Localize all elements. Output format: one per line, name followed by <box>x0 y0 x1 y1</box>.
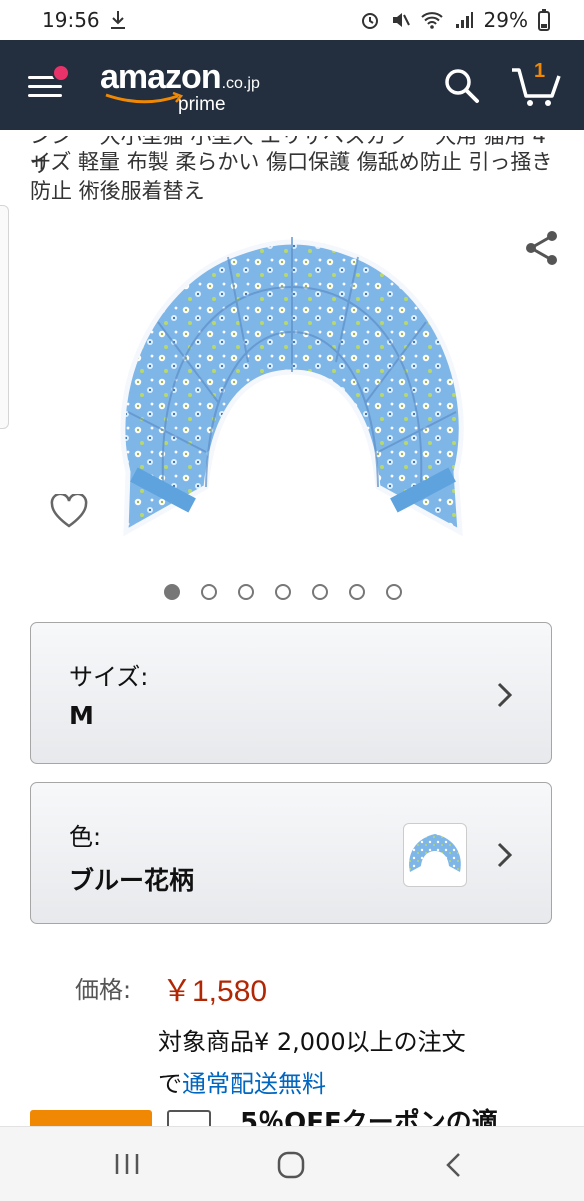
home-icon[interactable] <box>275 1150 307 1180</box>
search-button[interactable] <box>442 66 482 106</box>
collar-image <box>120 237 464 537</box>
size-selector[interactable]: サイズ: M <box>30 622 552 764</box>
chevron-right-icon <box>497 682 513 708</box>
back-icon[interactable] <box>444 1151 464 1179</box>
download-icon <box>110 10 126 30</box>
chevron-right-icon <box>497 842 513 868</box>
pagination-dot[interactable] <box>275 584 291 600</box>
shipping-info-line2: で通常配送無料 <box>158 1064 326 1099</box>
cart-count: 1 <box>534 60 546 82</box>
coupon-badge <box>30 1110 152 1126</box>
color-swatch-thumbnail <box>403 823 467 887</box>
color-label: 色: <box>69 823 102 851</box>
wifi-icon <box>420 10 444 30</box>
shipping-info: 対象商品¥ 2,000以上の注文 <box>158 1028 466 1056</box>
share-button[interactable] <box>522 228 562 268</box>
recent-apps-icon[interactable] <box>112 1153 142 1175</box>
coupon-checkbox[interactable] <box>167 1110 211 1126</box>
pagination-dot[interactable] <box>386 584 402 600</box>
pagination-dot[interactable] <box>312 584 328 600</box>
product-image[interactable] <box>108 232 476 550</box>
free-shipping-link[interactable]: 通常配送無料 <box>182 1070 326 1098</box>
battery-text: 29% <box>483 8 528 32</box>
pagination-dot[interactable] <box>238 584 254 600</box>
previous-image-edge[interactable] <box>0 205 9 429</box>
menu-button[interactable] <box>28 64 70 100</box>
signal-icon <box>454 10 474 30</box>
logo-smile-icon <box>105 92 184 104</box>
image-pagination <box>164 584 402 600</box>
logo-word: amazon <box>100 58 222 96</box>
status-time: 19:56 <box>42 8 100 32</box>
amazon-logo[interactable]: amazon.co.jp prime <box>100 58 260 115</box>
size-label: サイズ: <box>69 663 149 691</box>
color-selector[interactable]: 色: ブルー花柄 <box>30 782 552 924</box>
size-value: M <box>69 701 94 730</box>
alarm-icon <box>360 10 380 30</box>
status-bar: 19:56 29% <box>0 0 584 40</box>
pagination-dot[interactable] <box>201 584 217 600</box>
mute-icon <box>390 10 410 30</box>
shipping-prefix: で <box>158 1070 182 1098</box>
app-header: amazon.co.jp prime 1 <box>0 40 584 130</box>
logo-tld: .co.jp <box>221 75 260 92</box>
product-title: イズ 軽量 布製 柔らかい 傷口保護 傷舐め防止 引っ掻き防止 術後服着替え <box>30 150 553 203</box>
logo-prime: prime <box>178 94 226 115</box>
search-icon <box>445 69 479 103</box>
system-nav-bar <box>0 1126 584 1201</box>
wishlist-button[interactable] <box>50 492 88 530</box>
price-label: 価格: <box>75 976 132 1004</box>
pagination-dot[interactable] <box>164 584 180 600</box>
price-value: ￥1,580 <box>162 975 268 1008</box>
coupon-text: 5％OFFクーポンの適 <box>240 1108 498 1126</box>
share-icon <box>526 231 557 265</box>
cart-button[interactable]: 1 <box>510 60 562 108</box>
notification-dot <box>52 64 70 82</box>
heart-icon <box>50 492 88 528</box>
battery-icon <box>538 9 550 31</box>
color-value: ブルー花柄 <box>69 866 195 895</box>
pagination-dot[interactable] <box>349 584 365 600</box>
